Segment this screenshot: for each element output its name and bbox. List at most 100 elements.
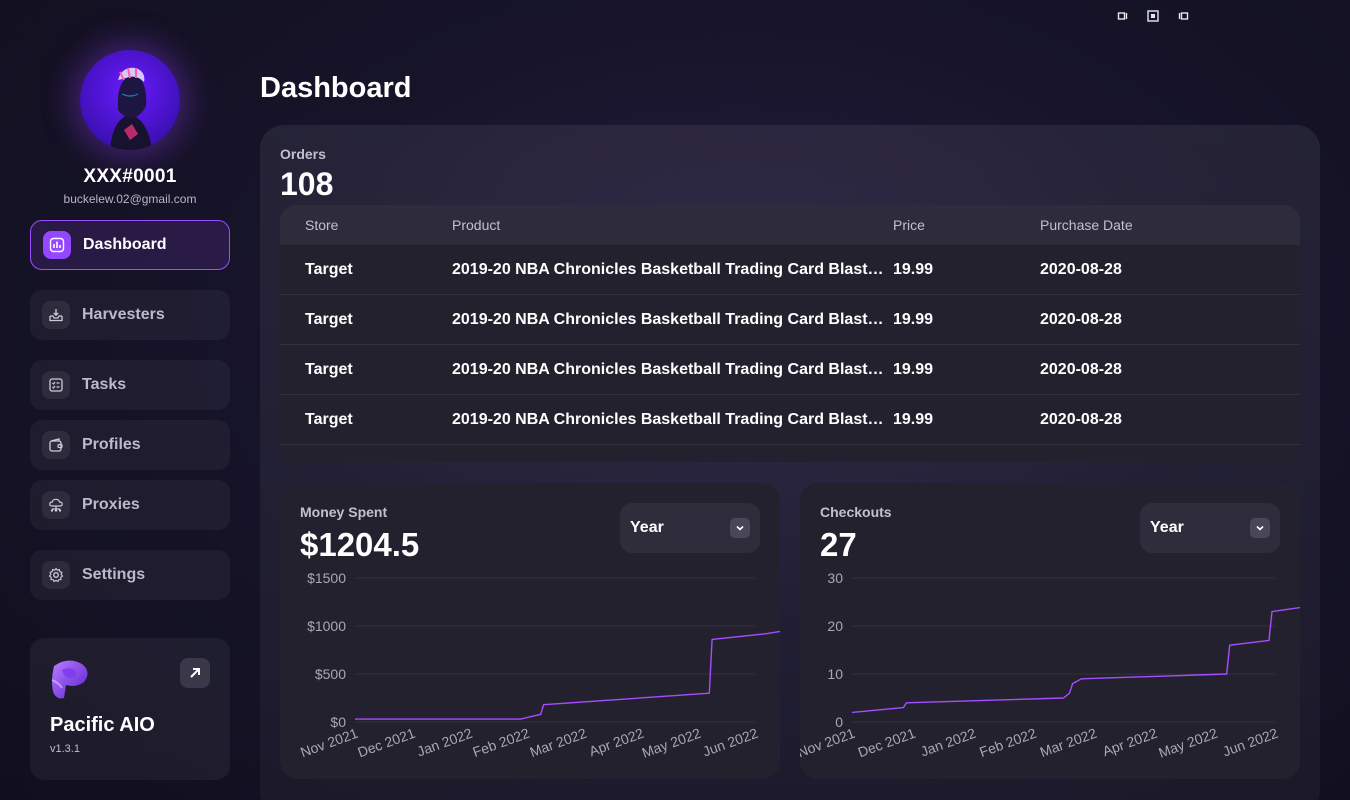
cell-store: Target bbox=[305, 260, 353, 278]
table-header: Store Product Price Purchase Date bbox=[280, 205, 1300, 245]
checkouts-chart: 0102030Nov 2021Dec 2021 Jan 2022 Feb 2022 M… bbox=[800, 570, 1300, 761]
checklist-icon bbox=[42, 371, 70, 399]
chevron-down-icon bbox=[1250, 518, 1270, 538]
window-controls bbox=[1116, 9, 1190, 23]
table-row[interactable]: Target 2019-20 NBA Chronicles Basketball… bbox=[280, 295, 1300, 345]
inbox-download-icon bbox=[42, 301, 70, 329]
y-tick-label: $0 bbox=[330, 714, 346, 730]
x-tick-label: Jan 2022 bbox=[415, 725, 475, 760]
sidebar-item-profiles[interactable]: Profiles bbox=[30, 420, 230, 470]
cell-price: 19.99 bbox=[893, 310, 934, 328]
cell-product: 2019-20 NBA Chronicles Basketball Tradin… bbox=[452, 260, 884, 278]
cell-product: 2019-20 NBA Chronicles Basketball Tradin… bbox=[452, 360, 884, 378]
x-tick-label: Mar 2022 bbox=[528, 725, 589, 760]
x-tick-label: Jan 2022 bbox=[918, 725, 978, 760]
orders-table: Store Product Price Purchase Date Target… bbox=[280, 205, 1300, 462]
cloud-network-icon bbox=[42, 491, 70, 519]
cell-product: 2019-20 NBA Chronicles Basketball Tradin… bbox=[452, 410, 884, 428]
money-spent-card: Money Spent $1204.5 Year $0 $500 $1000 $150… bbox=[280, 483, 780, 779]
x-tick-label: May 2022 bbox=[640, 725, 703, 761]
cell-date: 2020-08-28 bbox=[1040, 410, 1122, 428]
cell-price: 19.99 bbox=[893, 410, 934, 428]
x-tick-label: Dec 2021 bbox=[856, 725, 918, 761]
money-spent-chart: $0 $500 $1000 $1500 Nov 2021Dec 2021Jan 2022… bbox=[298, 570, 780, 761]
checkouts-value: 27 bbox=[820, 526, 857, 563]
checkouts-label: Checkouts bbox=[820, 504, 892, 520]
checkouts-period-select[interactable]: Year bbox=[1140, 503, 1280, 553]
brand-name: Pacific AIO bbox=[50, 714, 155, 736]
x-tick-label: Apr 2022 bbox=[1100, 725, 1159, 760]
brand-version: v1.3.1 bbox=[50, 743, 80, 755]
checkouts-card: Checkouts 27 Year 0 10 20 30 Nov 2021 Dec 202… bbox=[800, 483, 1300, 779]
money-spent-period-select[interactable]: Year bbox=[620, 503, 760, 553]
cell-product: 2019-20 NBA Chronicles Basketball Tradin… bbox=[452, 310, 884, 328]
cell-store: Target bbox=[305, 360, 353, 378]
sidebar-item-settings[interactable]: Settings bbox=[30, 550, 230, 600]
username: XXX#0001 bbox=[83, 166, 177, 187]
cell-date: 2020-08-28 bbox=[1040, 360, 1122, 378]
x-tick-label: May 2022 bbox=[1156, 725, 1219, 761]
x-tick-label: Apr 2022 bbox=[587, 725, 646, 760]
sidebar-item-label: Profiles bbox=[82, 436, 141, 453]
maximize-icon[interactable] bbox=[1146, 9, 1160, 23]
column-header-store[interactable]: Store bbox=[305, 217, 445, 233]
sidebar-item-label: Dashboard bbox=[83, 236, 167, 253]
money-spent-label: Money Spent bbox=[300, 504, 388, 520]
cell-store: Target bbox=[305, 310, 353, 328]
cell-store: Target bbox=[305, 410, 353, 428]
gear-icon bbox=[42, 561, 70, 589]
pacific-logo-icon bbox=[51, 660, 88, 699]
table-row[interactable]: Target 2019-20 NBA Chronicles Basketball… bbox=[280, 395, 1300, 445]
page-title: Dashboard bbox=[260, 72, 412, 104]
table-row[interactable]: Target 2019-20 NBA Chronicles Basketball… bbox=[280, 245, 1300, 295]
sidebar-item-label: Settings bbox=[82, 566, 146, 583]
x-tick-label: Feb 2022 bbox=[470, 725, 531, 760]
minimize-icon[interactable] bbox=[1116, 9, 1130, 23]
x-tick-label: Nov 2021 bbox=[800, 725, 857, 761]
avatar[interactable] bbox=[80, 50, 180, 150]
avatar-image bbox=[80, 50, 180, 150]
chevron-down-icon bbox=[730, 518, 750, 538]
column-header-price[interactable]: Price bbox=[893, 217, 1033, 233]
orders-panel: Orders 108 Store Product Price Purchase … bbox=[260, 125, 1320, 800]
restore-icon[interactable] bbox=[1176, 9, 1190, 23]
sidebar-item-harvesters[interactable]: Harvesters bbox=[30, 290, 230, 340]
orders-count: 108 bbox=[280, 166, 334, 202]
cell-date: 2020-08-28 bbox=[1040, 310, 1122, 328]
x-tick-label: Mar 2022 bbox=[1038, 725, 1099, 760]
arrow-up-right-icon bbox=[190, 668, 200, 678]
y-tick-label: $1000 bbox=[307, 618, 346, 634]
y-tick-label: 30 bbox=[827, 570, 843, 586]
series-line bbox=[355, 630, 780, 720]
sidebar-item-tasks[interactable]: Tasks bbox=[30, 360, 230, 410]
user-email: buckelew.02@gmail.com bbox=[63, 192, 197, 206]
period-select-value: Year bbox=[1150, 519, 1184, 536]
sidebar-item-proxies[interactable]: Proxies bbox=[30, 480, 230, 530]
column-header-product[interactable]: Product bbox=[452, 217, 884, 233]
sidebar-item-label: Tasks bbox=[82, 376, 127, 393]
cell-date: 2020-08-28 bbox=[1040, 260, 1122, 278]
sidebar-item-dashboard[interactable]: Dashboard bbox=[30, 220, 230, 270]
cell-price: 19.99 bbox=[893, 360, 934, 378]
cell-price: 19.99 bbox=[893, 260, 934, 278]
x-tick-label: Feb 2022 bbox=[977, 725, 1038, 760]
open-external-button[interactable] bbox=[180, 658, 210, 688]
orders-label: Orders bbox=[280, 146, 326, 162]
column-header-purchase-date[interactable]: Purchase Date bbox=[1040, 217, 1240, 233]
wallet-icon bbox=[42, 431, 70, 459]
period-select-value: Year bbox=[630, 519, 664, 536]
y-tick-label: 10 bbox=[827, 666, 843, 682]
sidebar-item-label: Proxies bbox=[82, 496, 140, 513]
sidebar: XXX#0001 buckelew.02@gmail.com Dashboard… bbox=[30, 0, 230, 800]
x-tick-label: Dec 2021 bbox=[355, 725, 417, 761]
table-row[interactable]: Target 2019-20 NBA Chronicles Basketball… bbox=[280, 345, 1300, 395]
bar-chart-icon bbox=[43, 231, 71, 259]
money-spent-value: $1204.5 bbox=[300, 526, 420, 563]
y-tick-label: $500 bbox=[315, 666, 346, 682]
x-tick-label: Jun 2022 bbox=[700, 725, 760, 760]
x-tick-label: Nov 2021 bbox=[298, 725, 360, 761]
brand-card: Pacific AIO v1.3.1 bbox=[30, 638, 230, 780]
y-tick-label: 20 bbox=[827, 618, 843, 634]
y-tick-label: $1500 bbox=[307, 570, 346, 586]
x-tick-label: Jun 2022 bbox=[1220, 725, 1280, 760]
